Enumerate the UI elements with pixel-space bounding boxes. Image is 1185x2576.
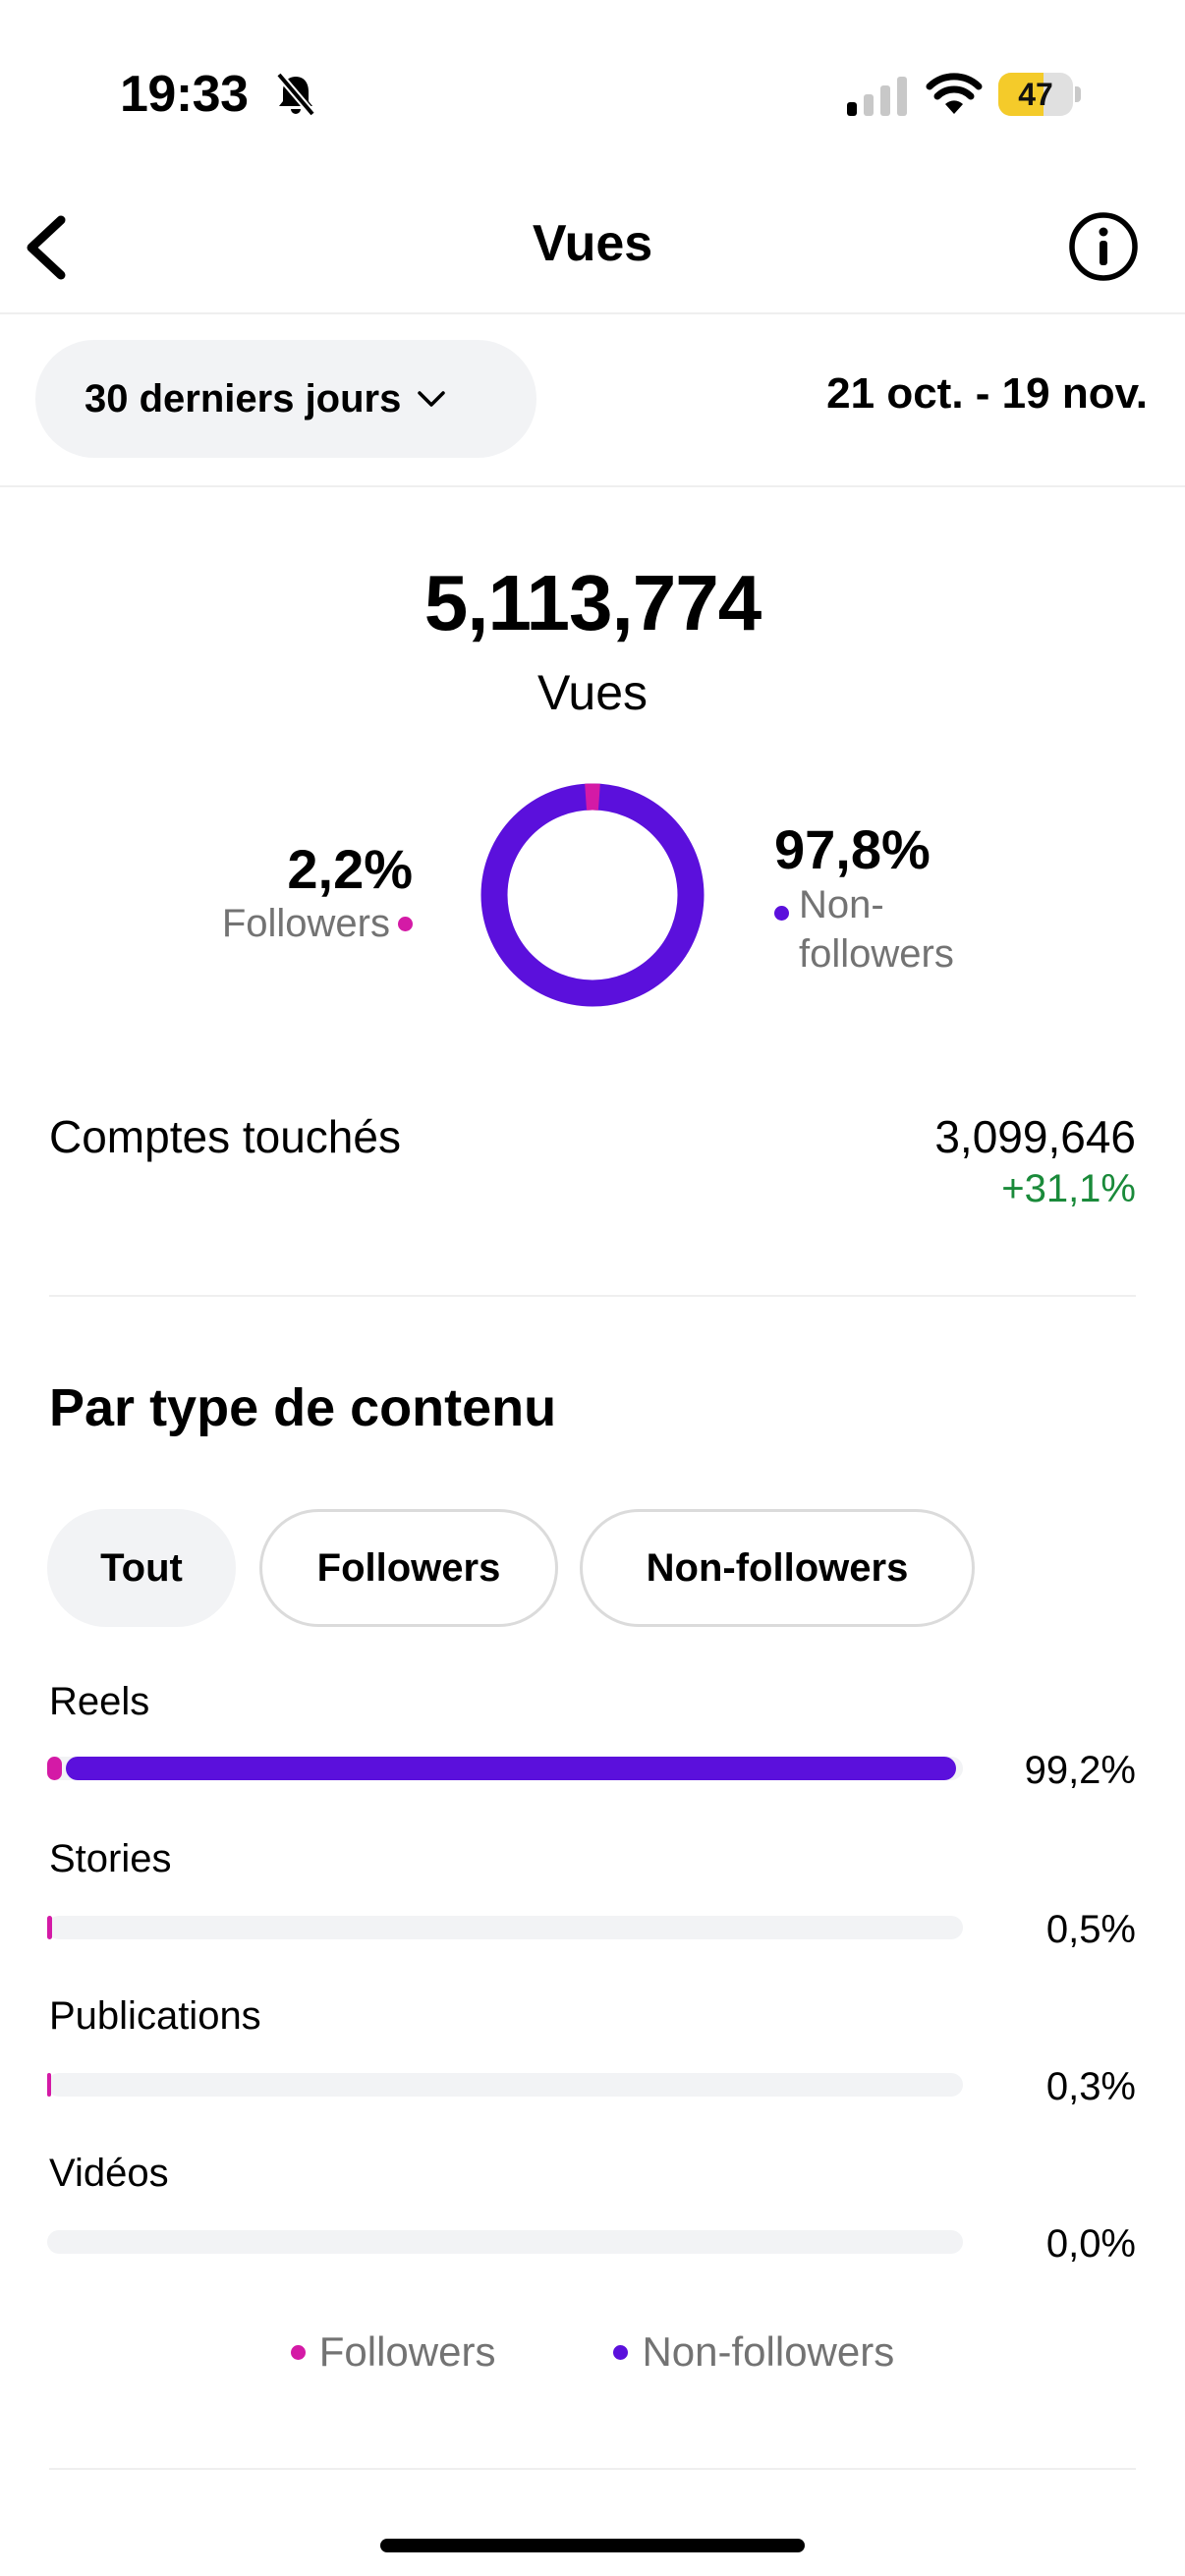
legend-item-nonfollowers: Non-followers xyxy=(613,2328,894,2376)
bottom-divider xyxy=(49,2468,1136,2470)
nonfollowers-percentage: 97,8% xyxy=(774,818,931,880)
bar-stories xyxy=(47,1916,963,1939)
reach-divider xyxy=(49,1295,1136,1297)
nonfollowers-dot-icon xyxy=(774,906,789,921)
period-label: 30 derniers jours xyxy=(85,376,402,420)
bar-stories-followers xyxy=(47,1916,52,1939)
bar-reels-nonfollowers xyxy=(66,1757,956,1780)
followers-dot-icon xyxy=(290,2344,306,2360)
followers-label-group: Followers xyxy=(222,902,413,946)
bar-reels xyxy=(47,1757,963,1780)
battery-level: 47 xyxy=(1018,77,1053,112)
total-views-label: Vues xyxy=(536,665,649,720)
followers-label: Followers xyxy=(221,902,390,945)
accounts-reached-value: 3,099,646 xyxy=(934,1111,1136,1162)
total-views: 5,113,774 xyxy=(423,559,762,646)
accounts-reached-label: Comptes touchés xyxy=(49,1111,401,1162)
period-dropdown[interactable]: 30 derniers jours xyxy=(35,340,536,458)
page-title: Vues xyxy=(532,215,653,272)
header-divider xyxy=(0,312,1185,314)
chevron-down-icon xyxy=(418,391,446,407)
filter-chip-label: Followers xyxy=(316,1545,501,1590)
filter-chip-followers[interactable]: Followers xyxy=(259,1509,558,1627)
chart-legend: Followers Non-followers xyxy=(0,2328,1185,2376)
content-type-title: Par type de contenu xyxy=(49,1378,557,1437)
views-donut-chart xyxy=(480,783,705,1007)
donut-nonfollowers-segment xyxy=(480,783,705,1007)
followers-percentage: 2,2% xyxy=(287,838,413,900)
row-label-reels: Reels xyxy=(49,1680,150,1723)
row-pct-videos: 0,0% xyxy=(1045,2222,1136,2266)
date-range: 21 oct. - 19 nov. xyxy=(826,369,1148,418)
legend-item-followers: Followers xyxy=(290,2328,496,2376)
followers-dot-icon xyxy=(398,917,413,931)
bell-muted-icon xyxy=(275,72,316,117)
nonfollowers-label: Non-followers xyxy=(799,883,954,976)
bar-publications xyxy=(47,2073,963,2097)
period-divider xyxy=(0,485,1185,487)
nonfollowers-label-group: Non-followers xyxy=(774,880,995,979)
row-pct-stories: 0,5% xyxy=(1045,1908,1136,1951)
accounts-reached-change: +31,1% xyxy=(1001,1167,1136,1210)
filter-chip-label: Tout xyxy=(100,1545,183,1590)
nonfollowers-dot-icon xyxy=(613,2344,629,2360)
bar-reels-followers xyxy=(47,1757,62,1780)
row-label-publications: Publications xyxy=(49,1994,261,2038)
row-label-videos: Vidéos xyxy=(49,2152,169,2195)
battery-indicator: 47 xyxy=(998,73,1081,116)
legend-label-nonfollowers: Non-followers xyxy=(642,2328,895,2375)
home-indicator[interactable] xyxy=(380,2539,805,2552)
info-icon[interactable] xyxy=(1067,210,1140,283)
row-pct-reels: 99,2% xyxy=(1024,1749,1136,1792)
filter-chip-label: Non-followers xyxy=(646,1545,909,1590)
legend-label-followers: Followers xyxy=(318,2328,496,2375)
cellular-signal-icon xyxy=(847,77,907,116)
bar-videos xyxy=(47,2230,963,2254)
filter-chip-all[interactable]: Tout xyxy=(47,1509,236,1627)
row-label-stories: Stories xyxy=(49,1837,172,1880)
row-pct-publications: 0,3% xyxy=(1045,2065,1136,2108)
wifi-icon xyxy=(926,73,983,114)
bar-publications-followers xyxy=(47,2073,51,2097)
status-time: 19:33 xyxy=(120,66,249,123)
filter-chip-nonfollowers[interactable]: Non-followers xyxy=(580,1509,975,1627)
